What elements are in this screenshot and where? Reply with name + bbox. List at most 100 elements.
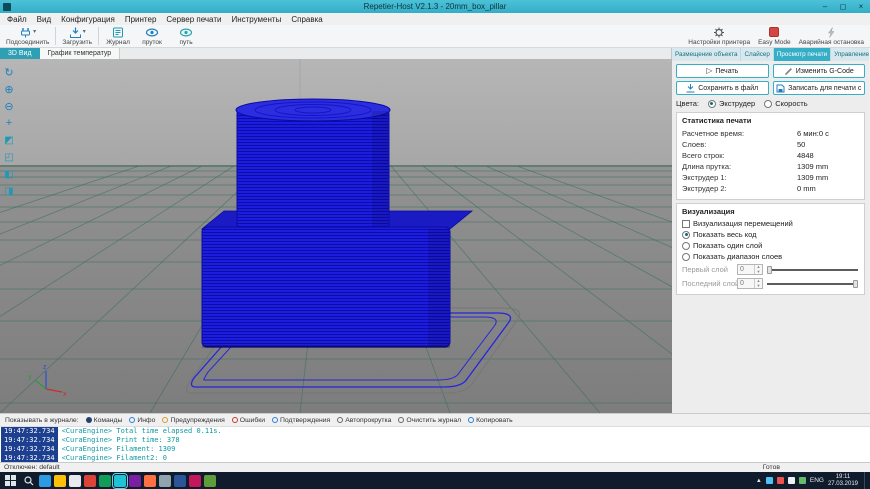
last-layer-slider[interactable]: [766, 278, 859, 289]
log-timestamp: 19:47:32.734: [1, 436, 58, 445]
show-moves-checkbox[interactable]: Визуализация перемещений: [682, 219, 859, 228]
save-for-sd-button[interactable]: Записать для печати с: [773, 81, 866, 95]
show-desktop-button[interactable]: [864, 472, 867, 489]
tray-icon[interactable]: [799, 477, 806, 484]
taskbar-app-icon[interactable]: [204, 475, 216, 487]
tray-icon[interactable]: [777, 477, 784, 484]
printer-settings-button[interactable]: Настройки принтера: [684, 25, 754, 47]
clock-date: 27.03.2019: [828, 481, 858, 488]
error-icon: [232, 417, 238, 423]
front-view-icon[interactable]: ◧: [1, 166, 17, 182]
menu-tools[interactable]: Инструменты: [226, 15, 286, 24]
toolbar: ▾ Подсоединить ▾ Загрузить Журнал пруток: [0, 25, 870, 48]
maximize-button[interactable]: ◻: [834, 0, 852, 13]
log-filter-warnings[interactable]: Предупреждения: [162, 417, 224, 424]
zoom-out-icon[interactable]: ⊖: [1, 98, 17, 114]
clear-log-button[interactable]: Очистить журнал: [398, 417, 461, 424]
taskbar-app-icon[interactable]: [84, 475, 96, 487]
spinner-down-icon[interactable]: ▼: [755, 270, 762, 275]
log-output[interactable]: 19:47:32.734 <CuraEngine> Total time ela…: [0, 426, 870, 462]
menu-printer[interactable]: Принтер: [120, 15, 162, 24]
log-toolbar: Показывать в журнале: Команды Инфо Преду…: [0, 414, 870, 426]
minimize-button[interactable]: –: [816, 0, 834, 13]
iso-view-icon[interactable]: ◩: [1, 132, 17, 148]
tab-temp-graph[interactable]: График температур: [40, 48, 121, 59]
side-view-icon[interactable]: ◨: [1, 183, 17, 199]
pan-view-icon[interactable]: +: [1, 115, 17, 131]
easy-mode-button[interactable]: Easy Mode: [754, 25, 795, 47]
show-layer-range-radio[interactable]: Показать диапазон слоев: [682, 252, 859, 261]
tab-manual-control[interactable]: Управление: [831, 48, 869, 61]
top-view-icon[interactable]: ◰: [1, 149, 17, 165]
emergency-stop-button[interactable]: Аварийная остановка: [795, 25, 868, 47]
tray-icon[interactable]: [766, 477, 773, 484]
rotate-view-icon[interactable]: ↻: [1, 64, 17, 80]
color-extruder-radio[interactable]: Экструдер: [708, 99, 755, 108]
show-all-code-radio[interactable]: Показать весь код: [682, 230, 859, 239]
last-layer-spinner[interactable]: 0 ▲ ▼: [737, 278, 763, 289]
taskbar-app-icon[interactable]: [39, 475, 51, 487]
edit-gcode-button[interactable]: Изменить G-Code: [773, 64, 866, 78]
menu-help[interactable]: Справка: [286, 15, 327, 24]
menu-view[interactable]: Вид: [32, 15, 56, 24]
start-button[interactable]: [3, 473, 18, 488]
taskbar-search-button[interactable]: [21, 473, 36, 488]
log-filter-errors[interactable]: Ошибки: [232, 417, 265, 424]
travel-eye-icon: [179, 27, 193, 38]
save-to-file-button[interactable]: Сохранить в файл: [676, 81, 769, 95]
spinner-down-icon[interactable]: ▼: [755, 284, 762, 289]
print-button[interactable]: ▷ Печать: [676, 64, 769, 78]
load-button[interactable]: ▾ Загрузить: [58, 25, 96, 47]
first-layer-slider[interactable]: [766, 264, 859, 275]
taskbar-app-icon[interactable]: [99, 475, 111, 487]
taskbar-app-icon[interactable]: [189, 475, 201, 487]
tab-object-placement[interactable]: Размещение объекта: [672, 48, 741, 61]
slider-handle[interactable]: [853, 280, 858, 288]
easy-mode-icon: [769, 27, 779, 37]
tray-icon[interactable]: [788, 477, 795, 484]
clear-icon: [398, 417, 404, 423]
taskbar-app-icon[interactable]: [129, 475, 141, 487]
slider-handle[interactable]: [767, 266, 772, 274]
taskbar-app-icon-active[interactable]: [114, 475, 126, 487]
tab-print-preview[interactable]: Просмотр печати: [774, 48, 831, 61]
log-autoscroll-toggle[interactable]: Автопрокрутка: [337, 417, 391, 424]
log-filter-acks[interactable]: Подтверждения: [272, 417, 330, 424]
show-single-layer-radio[interactable]: Показать один слой: [682, 241, 859, 250]
menu-config[interactable]: Конфигурация: [56, 15, 120, 24]
first-layer-spinner[interactable]: 0 ▲ ▼: [737, 264, 763, 275]
viewport-3d-canvas[interactable]: z x y ↻ ⊕ ⊖ + ◩ ◰ ◧ ◨: [0, 59, 672, 413]
edit-icon: [784, 67, 793, 76]
color-speed-radio[interactable]: Скорость: [764, 99, 807, 108]
toggle-log-button[interactable]: Журнал: [101, 25, 135, 47]
log-message: <CuraEngine> Filament: 1309: [58, 445, 176, 454]
windows-logo-icon: [5, 475, 16, 486]
menu-file[interactable]: Файл: [2, 15, 32, 24]
log-filter-info[interactable]: Инфо: [129, 417, 155, 424]
connect-button[interactable]: ▾ Подсоединить: [2, 25, 53, 47]
taskbar-app-icon[interactable]: [54, 475, 66, 487]
show-filament-toggle[interactable]: пруток: [135, 25, 169, 47]
stat-row: Длина прутка: 1309 mm: [682, 161, 859, 172]
taskbar-clock[interactable]: 19:11 27.03.2019: [828, 474, 858, 488]
radio-icon: [682, 242, 690, 250]
warning-icon: [162, 417, 168, 423]
taskbar-app-icon[interactable]: [69, 475, 81, 487]
show-travel-toggle[interactable]: путь: [169, 25, 203, 47]
taskbar-app-icon[interactable]: [144, 475, 156, 487]
log-panel: Показывать в журнале: Команды Инфо Преду…: [0, 413, 870, 462]
colors-row: Цвета: Экструдер Скорость: [676, 98, 865, 109]
tab-3d-view[interactable]: 3D Вид: [0, 48, 40, 59]
language-indicator[interactable]: ENG: [810, 477, 824, 484]
menu-print-server[interactable]: Сервер печати: [161, 15, 226, 24]
copy-log-button[interactable]: Копировать: [468, 417, 513, 424]
taskbar-app-icon[interactable]: [159, 475, 171, 487]
zoom-in-icon[interactable]: ⊕: [1, 81, 17, 97]
app-window: Repetier-Host V2.1.3 - 20mm_box_pillar –…: [0, 0, 870, 489]
tab-slicer[interactable]: Слайсер: [741, 48, 773, 61]
taskbar-app-icon[interactable]: [174, 475, 186, 487]
log-line: 19:47:32.734 <CuraEngine> Total time ela…: [1, 427, 870, 436]
close-button[interactable]: ×: [852, 0, 870, 13]
log-filter-commands[interactable]: Команды: [86, 417, 123, 424]
tray-expand-icon[interactable]: ▲: [756, 478, 762, 484]
